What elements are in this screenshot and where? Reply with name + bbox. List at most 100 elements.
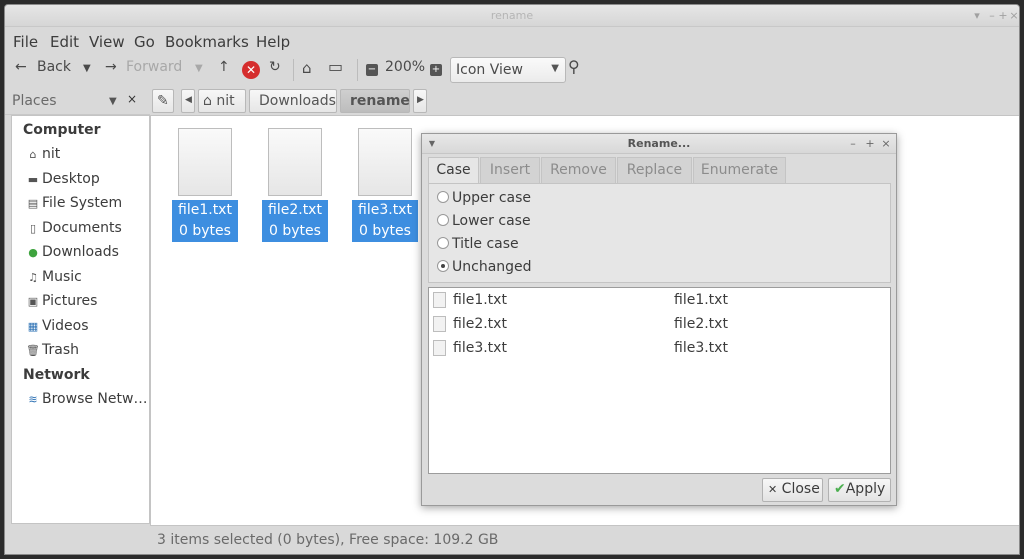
close-button-label: Close	[782, 481, 820, 497]
old-name: file1.txt	[453, 292, 507, 308]
sidebar-item-label: Desktop	[42, 171, 100, 187]
status-bar: 3 items selected (0 bytes), Free space: …	[5, 526, 1019, 555]
breadcrumb-downloads[interactable]: Downloads	[249, 89, 337, 113]
toolbar: ← Back ▼ → Forward ▼ ↑ ✕ ↻ ⌂ ▭ − 200% + …	[5, 55, 1019, 85]
toolbar-separator	[293, 59, 294, 81]
list-item[interactable]: file2.txt file2.txt	[433, 314, 883, 336]
old-name: file2.txt	[453, 316, 507, 332]
stop-icon[interactable]: ✕	[242, 61, 260, 79]
radio-button[interactable]	[437, 191, 449, 203]
dialog-minimize-icon[interactable]: –	[848, 137, 858, 150]
file-item[interactable]: file1.txt 0 bytes	[172, 128, 238, 242]
close-icon[interactable]: ×	[1008, 9, 1020, 22]
places-dropdown-icon[interactable]: ▼	[109, 96, 117, 107]
tab-insert[interactable]: Insert	[480, 157, 540, 183]
radio-unchanged[interactable]: Unchanged	[437, 259, 532, 275]
tab-case[interactable]: Case	[428, 157, 479, 184]
document-icon: ▯	[26, 222, 40, 235]
edit-location-icon[interactable]: ✎	[152, 89, 174, 113]
back-button[interactable]: Back	[37, 59, 71, 75]
file-item[interactable]: file3.txt 0 bytes	[352, 128, 418, 242]
sidebar-item-label: Downloads	[42, 244, 119, 260]
breadcrumb-nit[interactable]: ⌂ nit	[198, 89, 246, 113]
dialog-close-icon[interactable]: ×	[881, 137, 891, 150]
tab-enumerate[interactable]: Enumerate	[693, 157, 786, 183]
rename-preview-list[interactable]: file1.txt file1.txt file2.txt file2.txt …	[428, 287, 891, 474]
menu-bookmarks[interactable]: Bookmarks	[165, 33, 249, 51]
path-bar: ✎ ◀ ⌂ nit Downloads rename ▶	[150, 87, 1020, 115]
forward-button[interactable]: Forward	[126, 59, 182, 75]
reload-icon[interactable]: ↻	[269, 59, 281, 75]
radio-label: Unchanged	[452, 259, 532, 275]
toolbar-separator	[357, 59, 358, 81]
back-arrow-icon[interactable]: ←	[15, 59, 27, 75]
breadcrumb-rename[interactable]: rename	[340, 89, 410, 113]
computer-icon[interactable]: ▭	[328, 57, 343, 76]
close-pane-icon[interactable]: ×	[127, 92, 137, 106]
radio-title-case[interactable]: Title case	[437, 236, 519, 252]
title-bar: rename ▾ – + ×	[5, 5, 1019, 27]
sidebar-item-pictures[interactable]: ▣Pictures	[26, 293, 97, 309]
places-header: Places ▼ ×	[5, 87, 150, 115]
home-icon[interactable]: ⌂	[302, 59, 312, 77]
close-button[interactable]: ✕ Close	[762, 478, 823, 502]
dialog-title: Rename...	[422, 137, 896, 150]
up-arrow-icon[interactable]: ↑	[218, 59, 230, 75]
dialog-title-bar: ▼ Rename... – + ×	[422, 134, 896, 154]
menu-go[interactable]: Go	[134, 33, 155, 51]
home-icon: ⌂	[203, 93, 212, 109]
sidebar-item-downloads[interactable]: ●Downloads	[26, 244, 119, 260]
sidebar-item-videos[interactable]: ▦Videos	[26, 318, 89, 334]
menu-help[interactable]: Help	[256, 33, 290, 51]
sidebar-item-label: Pictures	[42, 293, 97, 309]
network-icon: ≋	[26, 393, 40, 406]
sidebar-item-trash[interactable]: 🗑Trash	[26, 342, 79, 358]
zoom-out-icon[interactable]: −	[366, 64, 378, 76]
sidebar-item-nit[interactable]: ⌂nit	[26, 146, 60, 162]
text-file-icon	[433, 340, 446, 356]
text-file-icon	[433, 292, 446, 308]
status-text: 3 items selected (0 bytes), Free space: …	[157, 532, 498, 548]
sidebar-item-file-system[interactable]: ▤File System	[26, 195, 122, 211]
rename-dialog: ▼ Rename... – + × Case Insert Remove Rep…	[421, 133, 897, 506]
tab-replace[interactable]: Replace	[617, 157, 692, 183]
menu-file[interactable]: File	[13, 33, 38, 51]
file-size: 0 bytes	[352, 221, 418, 242]
path-scroll-left-icon[interactable]: ◀	[181, 89, 195, 113]
sidebar-item-documents[interactable]: ▯Documents	[26, 220, 122, 236]
radio-button[interactable]	[437, 214, 449, 226]
new-name: file1.txt	[674, 292, 728, 308]
window-title: rename	[5, 9, 1019, 22]
file-item[interactable]: file2.txt 0 bytes	[262, 128, 328, 242]
list-item[interactable]: file3.txt file3.txt	[433, 338, 883, 360]
path-scroll-right-icon[interactable]: ▶	[413, 89, 427, 113]
dialog-maximize-icon[interactable]: +	[865, 137, 875, 150]
menu-edit[interactable]: Edit	[50, 33, 79, 51]
sidebar-item-music[interactable]: ♫Music	[26, 269, 82, 285]
zoom-in-icon[interactable]: +	[430, 64, 442, 76]
tab-remove[interactable]: Remove	[541, 157, 616, 183]
sidebar-item-label: Browse Netw…	[42, 391, 147, 407]
sidebar-item-desktop[interactable]: ▬Desktop	[26, 171, 100, 187]
list-item[interactable]: file1.txt file1.txt	[433, 290, 883, 312]
new-name: file2.txt	[674, 316, 728, 332]
file-size: 0 bytes	[262, 221, 328, 242]
view-mode-value: Icon View	[456, 62, 523, 78]
forward-arrow-icon[interactable]: →	[105, 59, 117, 75]
text-file-icon	[358, 128, 412, 196]
case-options-panel: Upper case Lower case Title case Unchang…	[428, 183, 891, 283]
places-label[interactable]: Places	[12, 93, 57, 109]
back-history-chevron-icon[interactable]: ▼	[83, 63, 91, 74]
radio-upper-case[interactable]: Upper case	[437, 190, 531, 206]
radio-label: Upper case	[452, 190, 531, 206]
menu-view[interactable]: View	[89, 33, 125, 51]
radio-button[interactable]	[437, 237, 449, 249]
sidebar-item-browse-network[interactable]: ≋Browse Netw…	[26, 391, 147, 407]
radio-button-selected[interactable]	[437, 260, 449, 272]
search-icon[interactable]: ⚲	[568, 57, 580, 76]
radio-lower-case[interactable]: Lower case	[437, 213, 531, 229]
apply-button[interactable]: ✔Apply	[828, 478, 891, 502]
view-mode-select[interactable]: Icon View ▼	[450, 57, 566, 83]
forward-history-chevron-icon[interactable]: ▼	[195, 63, 203, 74]
window-menu-icon[interactable]: ▾	[971, 9, 983, 22]
